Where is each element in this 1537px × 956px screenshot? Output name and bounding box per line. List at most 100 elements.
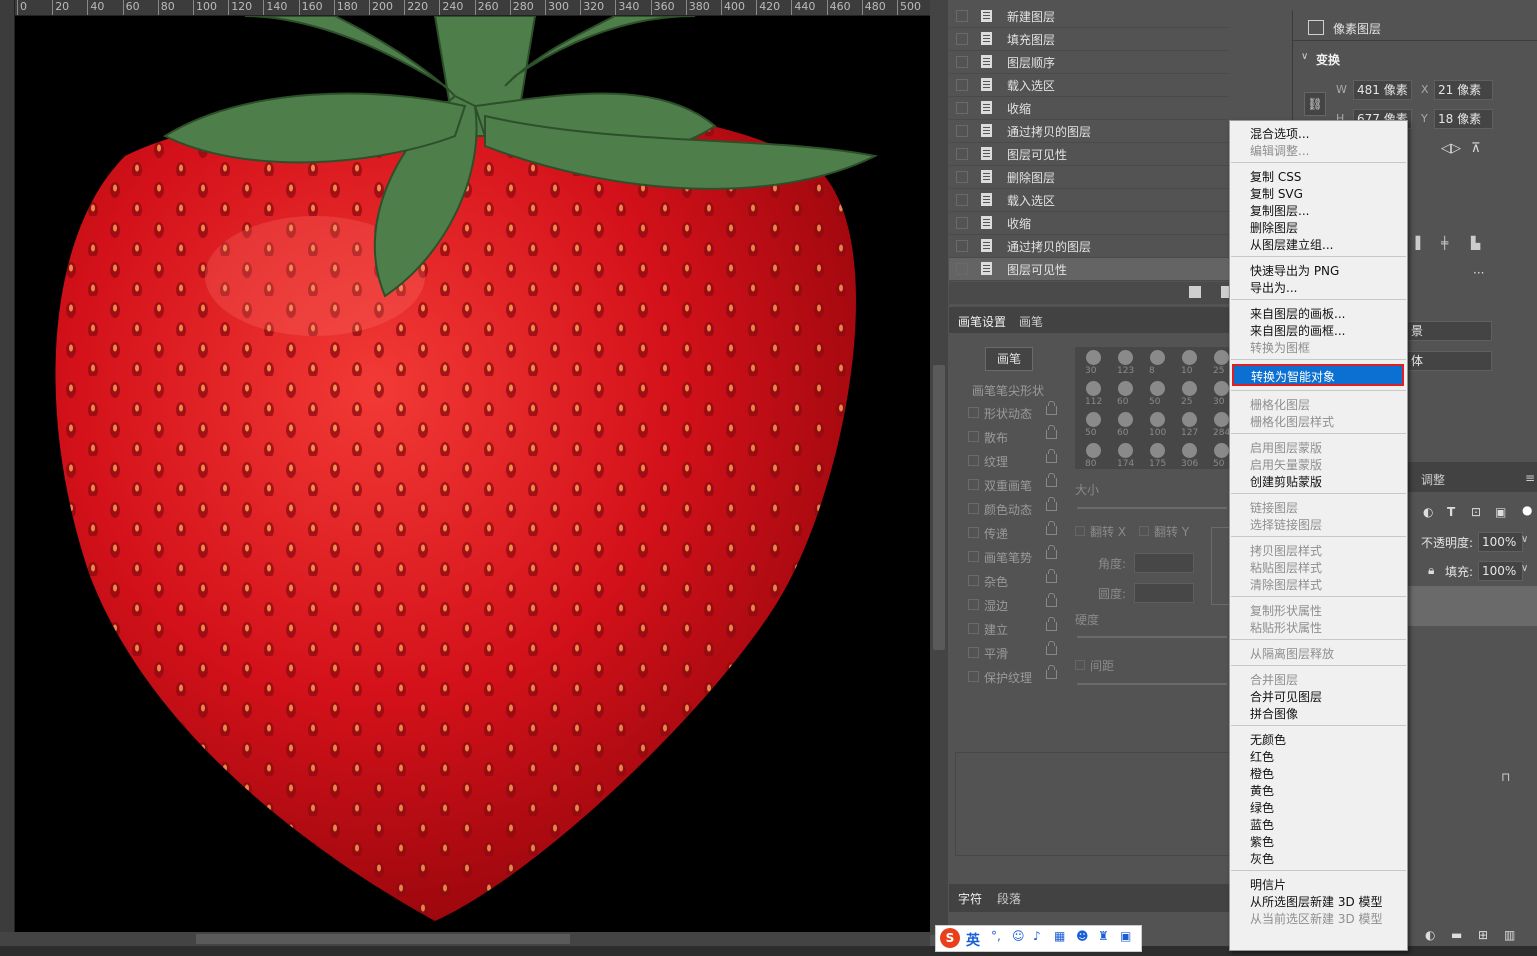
lock-icon[interactable]: [1046, 617, 1057, 631]
snapshot-checkbox[interactable]: [956, 10, 968, 22]
brush-preset[interactable]: 174: [1113, 442, 1139, 471]
brush-preset[interactable]: 127: [1177, 411, 1203, 440]
brush-preset[interactable]: 123: [1113, 349, 1139, 378]
history-item[interactable]: 通过拷贝的图层: [949, 120, 1229, 143]
history-item[interactable]: 收缩: [949, 97, 1229, 120]
menu-item[interactable]: 来自图层的画框...: [1250, 322, 1345, 339]
snapshot-checkbox[interactable]: [956, 217, 968, 229]
lock-icon[interactable]: [1046, 665, 1057, 679]
background-field[interactable]: 景: [1407, 321, 1492, 341]
user-icon[interactable]: ☻: [1076, 929, 1089, 943]
brush-preset[interactable]: 60: [1113, 380, 1139, 409]
snapshot-checkbox[interactable]: [956, 125, 968, 137]
skin-icon[interactable]: ♜: [1098, 929, 1109, 943]
menu-item[interactable]: 合并图层: [1250, 671, 1298, 688]
history-item[interactable]: 填充图层: [949, 28, 1229, 51]
roundness-field[interactable]: [1134, 583, 1194, 603]
brush-option-checkbox[interactable]: [968, 503, 979, 514]
brush-option[interactable]: 颜色动态: [956, 497, 1064, 520]
flip-vertical-icon[interactable]: ⊼: [1471, 141, 1481, 156]
smart-object-icon[interactable]: ▣: [1495, 505, 1506, 519]
tab-paragraph[interactable]: 段落: [997, 890, 1021, 907]
snapshot-checkbox[interactable]: [956, 263, 968, 275]
menu-item[interactable]: 复制 CSS: [1250, 168, 1301, 185]
snapshot-checkbox[interactable]: [956, 240, 968, 252]
brush-option-checkbox[interactable]: [968, 431, 979, 442]
document-canvas[interactable]: [15, 16, 930, 932]
lock-icon[interactable]: [1046, 521, 1057, 535]
shape-icon[interactable]: ⊡: [1471, 505, 1481, 519]
brush-option-checkbox[interactable]: [968, 527, 979, 538]
menu-item[interactable]: 红色: [1250, 748, 1274, 765]
new-snapshot-icon[interactable]: [1189, 286, 1201, 298]
menu-item[interactable]: 栅格化图层样式: [1250, 413, 1334, 430]
keyboard-icon[interactable]: ▦: [1054, 929, 1065, 943]
history-item[interactable]: 通过拷贝的图层: [949, 235, 1229, 258]
brush-option-checkbox[interactable]: [968, 479, 979, 490]
menu-item[interactable]: 灰色: [1250, 850, 1274, 867]
menu-item[interactable]: 删除图层: [1250, 219, 1298, 236]
menu-item[interactable]: 合并可见图层: [1250, 688, 1322, 705]
brush-option-checkbox[interactable]: [968, 455, 979, 466]
menu-item[interactable]: 从隔离图层释放: [1250, 645, 1334, 662]
menu-item[interactable]: 复制 SVG: [1250, 185, 1303, 202]
brush-preset[interactable]: 60: [1113, 411, 1139, 440]
brush-option[interactable]: 画笔笔势: [956, 545, 1064, 568]
menu-item[interactable]: 来自图层的画板...: [1250, 305, 1345, 322]
menu-item[interactable]: 从图层建立组...: [1250, 236, 1333, 253]
history-item[interactable]: 收缩: [949, 212, 1229, 235]
spacing-slider[interactable]: [1077, 683, 1227, 685]
snapshot-checkbox[interactable]: [956, 56, 968, 68]
lock-icon[interactable]: [1046, 473, 1057, 487]
menu-item[interactable]: 清除图层样式: [1250, 576, 1322, 593]
brush-option[interactable]: 杂色: [956, 569, 1064, 592]
brush-option[interactable]: 传递: [956, 521, 1064, 544]
width-field[interactable]: 481 像素: [1353, 80, 1412, 100]
brush-option-checkbox[interactable]: [968, 623, 979, 634]
brush-option-checkbox[interactable]: [968, 551, 979, 562]
history-item[interactable]: 载入选区: [949, 189, 1229, 212]
chevron-down-icon[interactable]: ∨: [1521, 534, 1528, 545]
brushes-button[interactable]: 画笔: [985, 347, 1033, 371]
menu-item[interactable]: 链接图层: [1250, 499, 1298, 516]
grid-icon[interactable]: ▣: [1120, 929, 1131, 943]
adjustment-icon[interactable]: ◐: [1423, 505, 1433, 519]
vertical-scroll-thumb[interactable]: [933, 365, 945, 650]
history-item[interactable]: 删除图层: [949, 166, 1229, 189]
body-field[interactable]: 体: [1407, 351, 1492, 371]
menu-item[interactable]: 明信片: [1250, 876, 1286, 893]
link-icon[interactable]: ⛓: [1304, 92, 1326, 116]
history-item[interactable]: 图层可见性: [949, 143, 1229, 166]
menu-item[interactable]: 快速导出为 PNG: [1250, 262, 1339, 279]
menu-item[interactable]: 蓝色: [1250, 816, 1274, 833]
menu-item[interactable]: 拷贝图层样式: [1250, 542, 1322, 559]
more-icon[interactable]: ···: [1473, 266, 1484, 280]
history-item[interactable]: 新建图层: [949, 10, 1229, 28]
opacity-field[interactable]: 100%: [1478, 532, 1523, 552]
lock-icon[interactable]: [1046, 593, 1057, 607]
menu-item[interactable]: 复制形状属性: [1250, 602, 1322, 619]
brush-option[interactable]: 形状动态: [956, 401, 1064, 424]
menu-item[interactable]: 选择链接图层: [1250, 516, 1322, 533]
brush-preset[interactable]: 50: [1081, 411, 1107, 440]
punctuation-icon[interactable]: °,: [991, 929, 1001, 943]
angle-field[interactable]: [1134, 553, 1194, 573]
folder-icon[interactable]: ▬: [1451, 928, 1462, 942]
brush-option-checkbox[interactable]: [968, 575, 979, 586]
tab-character[interactable]: 字符: [958, 890, 982, 907]
menu-item[interactable]: 复制图层...: [1250, 202, 1309, 219]
filter-toggle-icon[interactable]: ●: [1522, 503, 1532, 517]
horizontal-scrollbar[interactable]: [0, 932, 930, 946]
hardness-slider[interactable]: [1077, 636, 1227, 638]
spacing-checkbox[interactable]: [1075, 660, 1085, 670]
vertical-scrollbar[interactable]: [930, 0, 948, 935]
brush-option-checkbox[interactable]: [968, 599, 979, 610]
lock-icon[interactable]: [1046, 401, 1057, 415]
menu-item[interactable]: 粘贴形状属性: [1250, 619, 1322, 636]
menu-item[interactable]: 混合选项...: [1250, 125, 1309, 142]
microphone-icon[interactable]: ♪: [1033, 929, 1041, 943]
tab-brush-settings[interactable]: 画笔设置: [958, 313, 1006, 330]
brush-preset[interactable]: 8: [1145, 349, 1171, 378]
menu-item-convert-to-smart-object[interactable]: 转换为智能对象: [1232, 364, 1404, 386]
brush-preset[interactable]: 100: [1145, 411, 1171, 440]
